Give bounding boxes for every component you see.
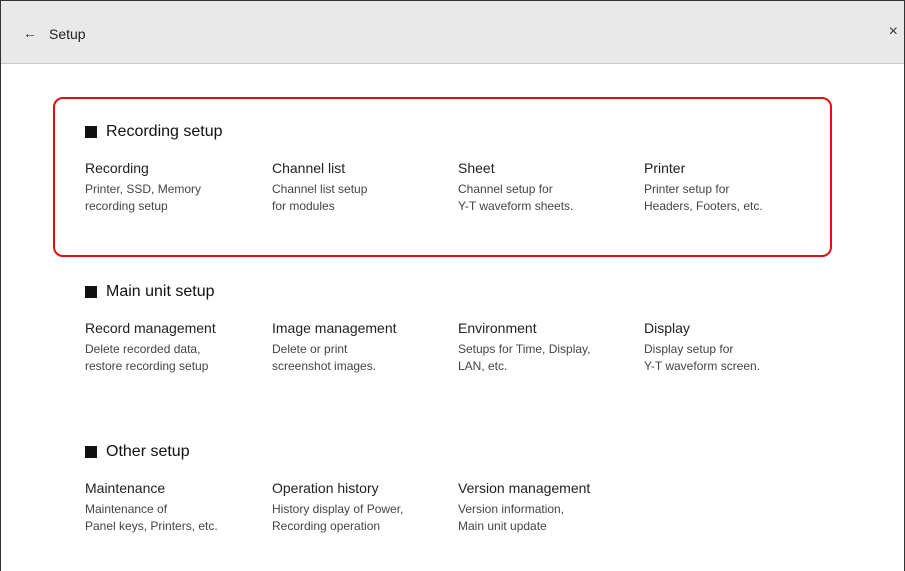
square-bullet-icon [85,446,97,458]
section-title-recording-setup: Recording setup [85,122,223,142]
menu-item-display[interactable]: Display Display setup for Y-T waveform s… [644,318,760,375]
square-bullet-icon [85,126,97,138]
menu-item-sheet[interactable]: Sheet Channel setup for Y-T waveform she… [458,158,573,215]
menu-item-recording[interactable]: Recording Printer, SSD, Memory recording… [85,158,201,215]
item-description: History display of Power, Recording oper… [272,502,404,533]
item-description: Channel setup for Y-T waveform sheets. [458,182,574,213]
page-title: Setup [49,26,86,42]
section-title-other-setup: Other setup [85,442,190,462]
item-name: Record management [85,320,216,336]
setup-window: ← Setup × Recording setup Recording Prin… [0,0,905,571]
section-title-label: Other setup [106,443,190,460]
item-description: Setups for Time, Display, LAN, etc. [458,342,591,373]
menu-item-channel-list[interactable]: Channel list Channel list setup for modu… [272,158,367,215]
back-arrow-icon[interactable]: ← [23,23,37,43]
item-name: Environment [458,320,537,336]
item-description: Printer, SSD, Memory recording setup [85,182,202,213]
item-name: Version management [458,480,591,496]
section-title-label: Recording setup [106,123,223,140]
title-bar: ← Setup × [1,1,904,64]
item-name: Recording [85,160,149,176]
close-icon[interactable]: × [889,22,898,42]
section-title-main-unit-setup: Main unit setup [85,282,215,302]
item-name: Printer [644,160,686,176]
menu-item-record-management[interactable]: Record management Delete recorded data, … [85,318,216,375]
menu-item-operation-history[interactable]: Operation history History display of Pow… [272,478,403,535]
item-description: Printer setup for Headers, Footers, etc. [644,182,763,213]
item-description: Display setup for Y-T waveform screen. [644,342,761,373]
item-name: Maintenance [85,480,166,496]
menu-item-image-management[interactable]: Image management Delete or print screens… [272,318,397,375]
item-description: Maintenance of Panel keys, Printers, etc… [85,502,218,533]
menu-item-printer[interactable]: Printer Printer setup for Headers, Foote… [644,158,763,215]
item-name: Channel list [272,160,346,176]
item-description: Delete recorded data, restore recording … [85,342,209,373]
menu-item-maintenance[interactable]: Maintenance Maintenance of Panel keys, P… [85,478,218,535]
item-description: Channel list setup for modules [272,182,368,213]
square-bullet-icon [85,286,97,298]
item-description: Delete or print screenshot images. [272,342,377,373]
item-description: Version information, Main unit update [458,502,565,533]
item-name: Sheet [458,160,495,176]
item-name: Display [644,320,690,336]
item-name: Operation history [272,480,379,496]
item-name: Image management [272,320,397,336]
menu-item-version-management[interactable]: Version management Version information, … [458,478,590,535]
section-title-label: Main unit setup [106,283,215,300]
menu-item-environment[interactable]: Environment Setups for Time, Display, LA… [458,318,591,375]
